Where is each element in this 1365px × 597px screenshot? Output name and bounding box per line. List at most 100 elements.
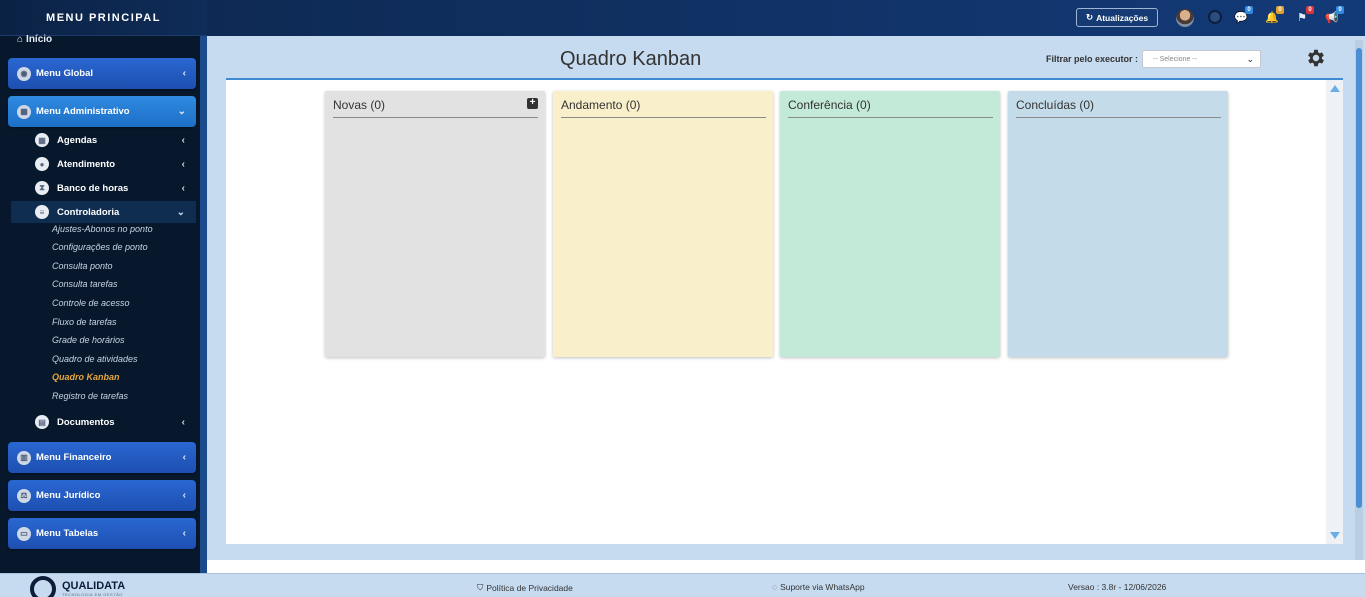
footer: QUALIDATA TECNOLOGIA EM GESTÃO ⛉ Polític…	[0, 573, 1365, 597]
sidebar-sub-controladoria[interactable]: ≡ Controladoria ⌄	[11, 201, 196, 223]
chevron-left-icon: ‹	[182, 452, 186, 463]
chevron-left-icon: ‹	[181, 182, 185, 194]
flag-badge: 0	[1306, 6, 1314, 14]
executor-select[interactable]: -- Selecione -- ⌄	[1142, 50, 1261, 68]
column-title: Conferência (0)	[788, 98, 871, 112]
chevron-left-icon: ‹	[181, 416, 185, 428]
folder-icon: ▭	[17, 526, 31, 541]
kanban-column-concluidas: Concluídas (0)	[1008, 91, 1228, 357]
sidebar: MENU PRINCIPAL ⌂ Início ◉ Menu Global ‹ …	[0, 0, 207, 573]
page-scrollbar[interactable]	[1355, 40, 1363, 560]
privacy-link[interactable]: ⛉ Política de Privacidade	[477, 582, 573, 593]
top-bar: ↻ Atualizações 💬 0 🔔 0 ⚑ 0 📢 0	[207, 0, 1365, 36]
document-icon: ▤	[35, 415, 49, 429]
shield-icon: ⛉	[477, 582, 484, 592]
sidebar-sub-atendimento[interactable]: ● Atendimento ‹	[11, 153, 196, 175]
logo-tagline: TECNOLOGIA EM GESTÃO	[62, 592, 123, 597]
calendar-icon: ▦	[35, 133, 49, 147]
scale-icon: ⚖	[17, 488, 31, 503]
sidebar-item-home-label: Início	[26, 34, 53, 45]
content-bottom	[207, 560, 1365, 573]
avatar[interactable]	[1176, 9, 1194, 27]
page-title: Quadro Kanban	[560, 48, 702, 70]
chevron-down-icon: ⌄	[177, 106, 186, 117]
home-icon: ⌂	[17, 34, 24, 45]
refresh-icon: ↻	[1085, 12, 1094, 22]
scroll-down-icon[interactable]	[1330, 532, 1340, 539]
sidebar-leaf-fluxo-tarefas[interactable]: Fluxo de tarefas	[52, 317, 117, 327]
chat-icon[interactable]: 💬 0	[1234, 6, 1253, 24]
user-icon: ●	[35, 157, 49, 171]
add-task-button[interactable]: +	[527, 98, 538, 109]
whatsapp-support-label: Suporte via WhatsApp	[780, 582, 865, 592]
sidebar-leaf-registro-tarefas[interactable]: Registro de tarefas	[52, 391, 128, 401]
updates-button[interactable]: ↻ Atualizações	[1076, 8, 1158, 27]
sidebar-scrollbar[interactable]	[200, 36, 207, 573]
list-icon: ≡	[35, 205, 49, 219]
chat-badge: 0	[1245, 6, 1253, 14]
sidebar-sub-banco-de-horas[interactable]: ⧗ Banco de horas ‹	[11, 177, 196, 199]
sidebar-menu-label: Menu Jurídico	[36, 490, 101, 501]
sidebar-menu-financeiro[interactable]: ▥ Menu Financeiro ‹	[8, 442, 196, 473]
chevron-left-icon: ‹	[182, 68, 186, 79]
sidebar-menu-juridico[interactable]: ⚖ Menu Jurídico ‹	[8, 480, 196, 511]
scroll-up-icon[interactable]	[1330, 85, 1340, 92]
kanban-column-novas: Novas (0) +	[325, 91, 545, 357]
sidebar-menu-administrativo[interactable]: ▦ Menu Administrativo ⌄	[8, 96, 196, 127]
chevron-left-icon: ‹	[182, 490, 186, 501]
sidebar-leaf-quadro-kanban[interactable]: Quadro Kanban	[52, 372, 120, 382]
sidebar-leaf-configuracoes[interactable]: Configurações de ponto	[52, 242, 148, 252]
chevron-down-icon: ⌄	[176, 206, 185, 218]
sidebar-leaf-grade-horarios[interactable]: Grade de horários	[52, 335, 125, 345]
logo-mark-icon	[30, 576, 56, 597]
sidebar-menu-label: Menu Financeiro	[36, 452, 112, 463]
sidebar-leaf-quadro-atividades[interactable]: Quadro de atividades	[52, 354, 138, 364]
sidebar-leaf-consulta-ponto[interactable]: Consulta ponto	[52, 261, 113, 271]
sidebar-sub-agendas[interactable]: ▦ Agendas ‹	[11, 129, 196, 151]
whatsapp-support-link[interactable]: ◌ Suporte via WhatsApp	[772, 582, 865, 592]
megaphone-icon[interactable]: 📢 0	[1325, 6, 1344, 24]
column-title: Concluídas (0)	[1016, 98, 1095, 112]
sidebar-sub-label: Documentos	[57, 416, 115, 428]
chevron-left-icon: ‹	[181, 134, 185, 146]
clock-icon[interactable]	[1208, 10, 1222, 24]
sidebar-leaf-ajustes[interactable]: Ajustes-Abonos no ponto	[52, 224, 153, 234]
calendar-icon: ▦	[17, 104, 31, 119]
whatsapp-icon: ◌	[772, 582, 778, 592]
column-title: Novas (0)	[333, 98, 386, 112]
kanban-column-andamento: Andamento (0)	[553, 91, 773, 357]
logo-brand: QUALIDATA	[62, 580, 126, 592]
bell-icon[interactable]: 🔔 0	[1265, 6, 1284, 24]
qualidata-logo: QUALIDATA TECNOLOGIA EM GESTÃO	[30, 576, 125, 597]
sidebar-sub-label: Atendimento	[57, 158, 116, 170]
kanban-column-conferencia: Conferência (0)	[780, 91, 1000, 357]
column-title: Andamento (0)	[561, 98, 641, 112]
sidebar-sub-label: Agendas	[57, 134, 98, 146]
privacy-link-label: Política de Privacidade	[486, 582, 573, 593]
sidebar-title: MENU PRINCIPAL	[0, 0, 207, 36]
flag-icon[interactable]: ⚑ 0	[1295, 6, 1314, 24]
version-text: Versao : 3.8r - 12/06/2026	[1068, 582, 1167, 592]
sidebar-menu-label: Menu Global	[36, 68, 93, 79]
sidebar-menu-tabelas[interactable]: ▭ Menu Tabelas ‹	[8, 518, 196, 549]
sidebar-sub-label: Controladoria	[57, 206, 120, 218]
bell-badge: 0	[1276, 6, 1284, 14]
globe-icon: ◉	[17, 66, 31, 81]
hourglass-icon: ⧗	[35, 181, 49, 195]
updates-button-label: Atualizações	[1096, 12, 1149, 23]
board-scrollbar[interactable]	[1326, 80, 1343, 544]
sidebar-menu-global[interactable]: ◉ Menu Global ‹	[8, 58, 196, 89]
gear-icon[interactable]	[1305, 47, 1327, 69]
sidebar-item-home[interactable]: ⌂ Início	[17, 34, 52, 45]
sidebar-menu-label: Menu Administrativo	[36, 106, 130, 117]
chevron-left-icon: ‹	[182, 528, 186, 539]
executor-select-value: -- Selecione --	[1153, 55, 1197, 63]
sidebar-leaf-consulta-tarefas[interactable]: Consulta tarefas	[52, 279, 118, 289]
megaphone-badge: 0	[1336, 6, 1344, 14]
page-scroll-thumb[interactable]	[1356, 48, 1362, 508]
sidebar-sub-documentos[interactable]: ▤ Documentos ‹	[11, 411, 196, 433]
filter-label: Filtrar pelo executor :	[1046, 54, 1139, 64]
sidebar-menu-label: Menu Tabelas	[36, 528, 99, 539]
sidebar-sub-label: Banco de horas	[57, 182, 129, 194]
sidebar-leaf-controle-acesso[interactable]: Controle de acesso	[52, 298, 130, 308]
